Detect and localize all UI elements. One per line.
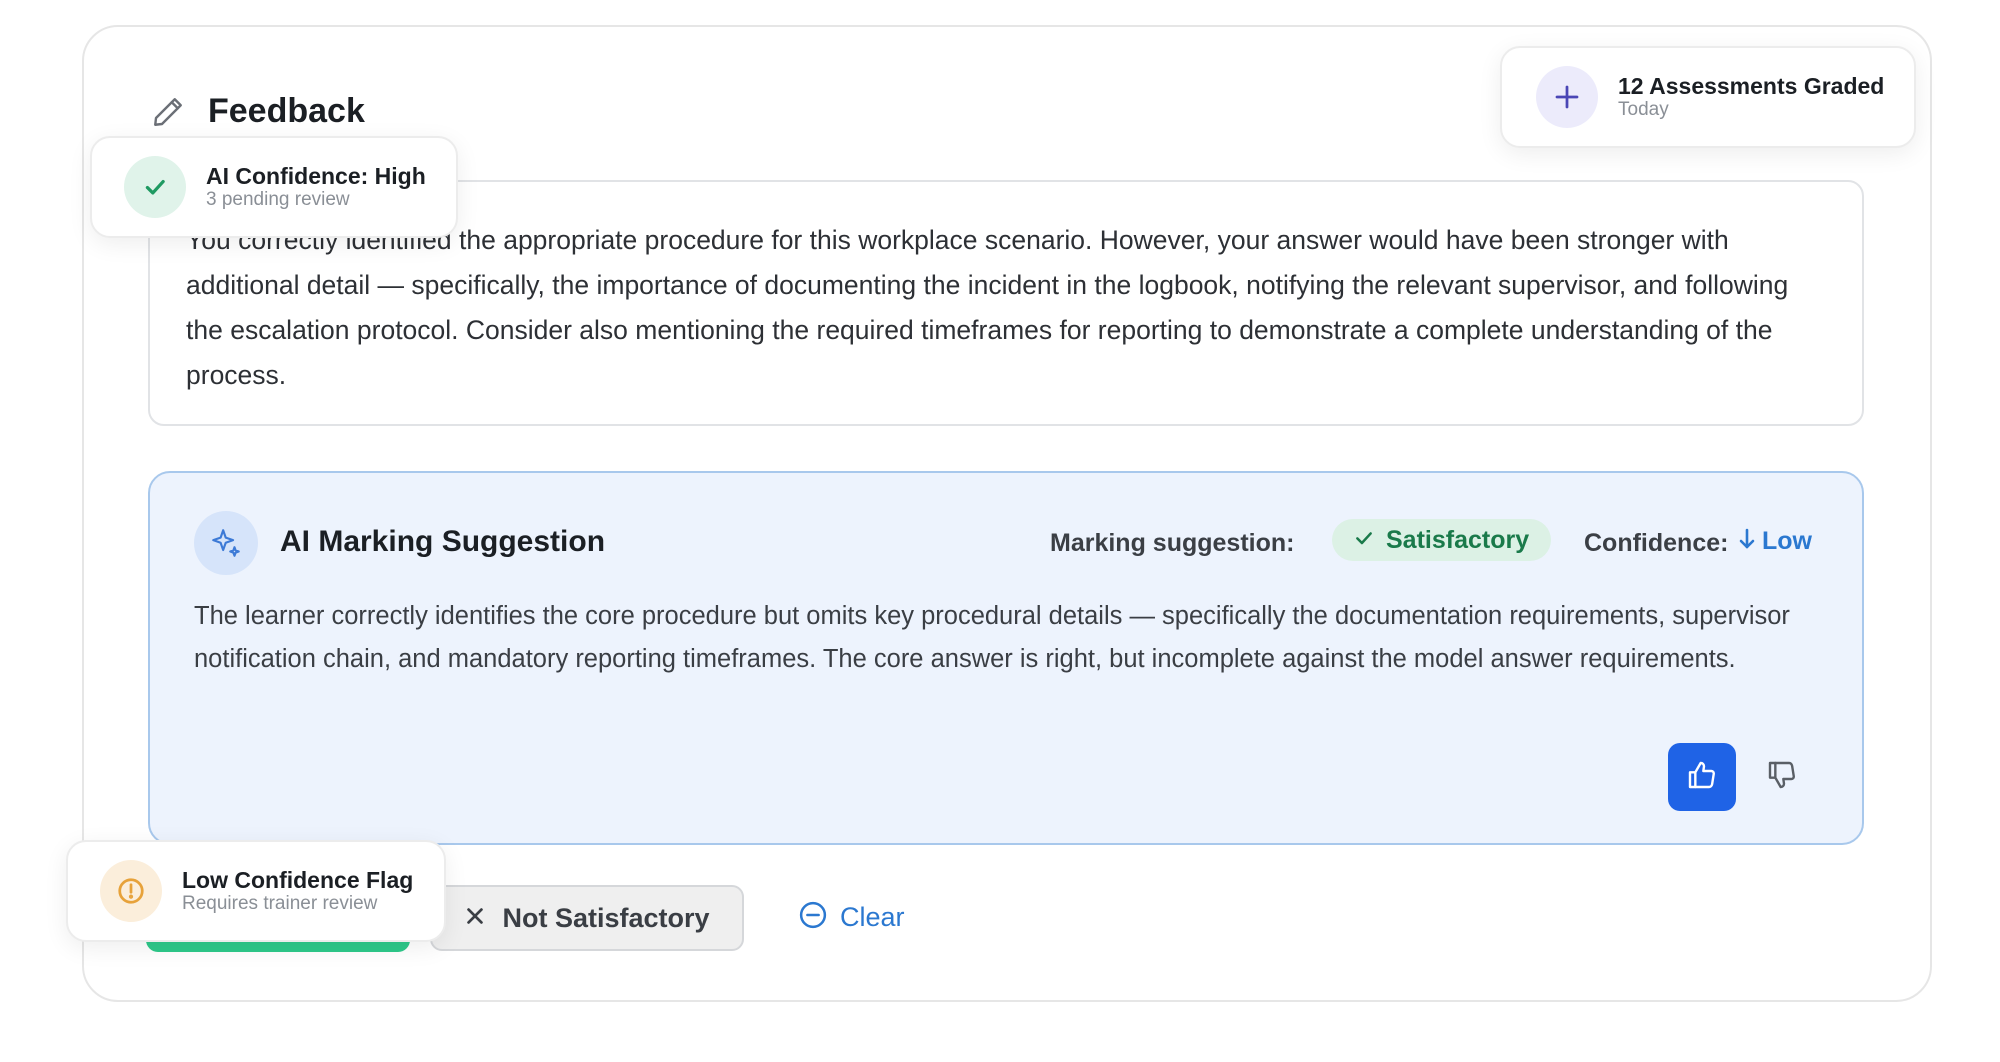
graded-count-title: 12 Assessments Graded	[1618, 73, 1885, 99]
feedback-header: Feedback	[150, 92, 365, 131]
not-satisfactory-button[interactable]: Not Satisfactory	[430, 885, 744, 951]
ai-confidence-card: AI Confidence: High 3 pending review	[90, 136, 458, 238]
confidence-level: Low	[1762, 527, 1812, 555]
clear-button[interactable]: Clear	[798, 900, 905, 935]
thumbs-up-button[interactable]	[1668, 743, 1736, 811]
satisfactory-badge: Satisfactory	[1332, 519, 1552, 561]
ai-confidence-subtitle: 3 pending review	[206, 189, 350, 210]
satisfactory-label: Satisfactory	[1386, 525, 1530, 554]
plus-icon	[1536, 66, 1598, 128]
sparkle-icon	[194, 511, 258, 575]
assessments-graded-card: 12 Assessments Graded Today	[1500, 46, 1916, 148]
ai-suggestion-title: AI Marking Suggestion	[280, 525, 606, 558]
close-icon	[464, 905, 486, 932]
pencil-icon	[150, 94, 186, 130]
confidence-value: Low	[1738, 527, 1812, 556]
alert-circle-icon	[100, 860, 162, 922]
minus-circle-icon	[798, 900, 828, 935]
arrow-down-icon	[1738, 527, 1756, 556]
check-icon	[124, 156, 186, 218]
thumbs-down-button[interactable]	[1748, 743, 1816, 811]
thumbs-up-icon	[1686, 759, 1718, 796]
feedback-title: Feedback	[208, 92, 365, 130]
ai-marking-suggestion-panel: AI Marking Suggestion Marking suggestion…	[148, 471, 1864, 845]
not-satisfactory-label: Not Satisfactory	[502, 902, 710, 933]
low-confidence-flag-card: Low Confidence Flag Requires trainer rev…	[66, 840, 446, 942]
clear-label: Clear	[840, 902, 905, 932]
feedback-text: You correctly identified the appropriate…	[186, 225, 1789, 390]
check-icon	[1354, 528, 1374, 553]
graded-subtitle: Today	[1618, 99, 1669, 120]
ai-confidence-title: AI Confidence: High	[206, 163, 426, 189]
ai-suggestion-text: The learner correctly identifies the cor…	[194, 602, 1790, 673]
low-flag-subtitle: Requires trainer review	[182, 893, 378, 914]
marking-suggestion-label: Marking suggestion:	[1050, 529, 1295, 557]
low-flag-title: Low Confidence Flag	[182, 867, 414, 893]
confidence-label: Confidence:	[1584, 529, 1729, 557]
thumbs-down-icon	[1766, 759, 1798, 796]
